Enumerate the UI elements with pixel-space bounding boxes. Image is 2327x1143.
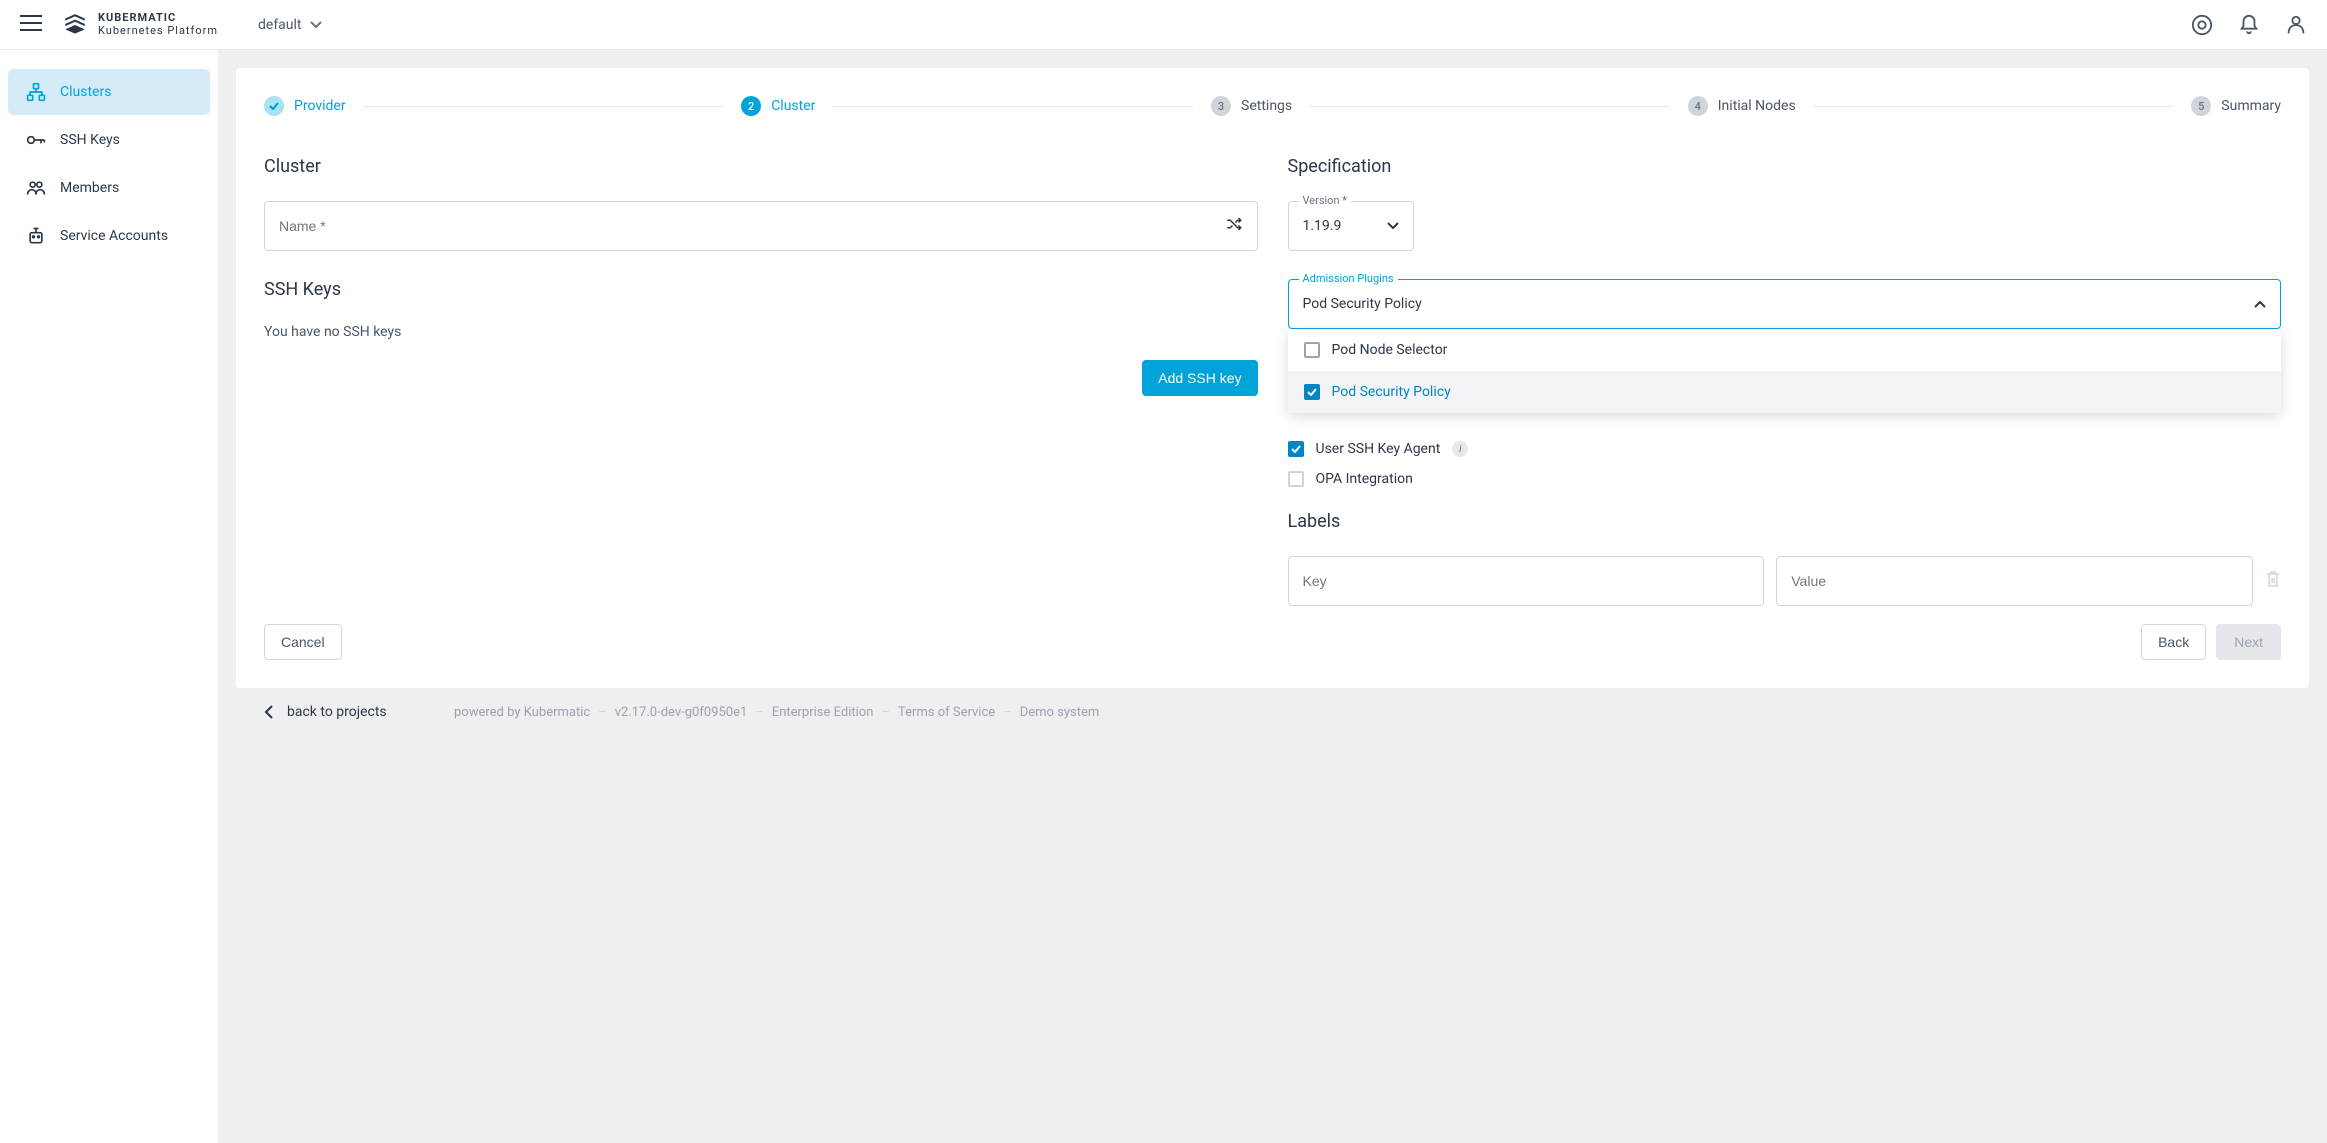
sidebar-item-clusters[interactable]: Clusters [8, 69, 210, 115]
label-key-field[interactable] [1288, 556, 1765, 606]
admission-value: Pod Security Policy [1303, 296, 2255, 312]
opa-label: OPA Integration [1316, 471, 1413, 487]
checkbox-checked-icon [1304, 384, 1320, 400]
checkbox-checked-icon [1288, 441, 1304, 457]
wizard-stepper: Provider 2 Cluster 3 Settings 4 Initial … [264, 96, 2281, 116]
section-sshkeys-title: SSH Keys [264, 279, 1258, 300]
sidebar-item-members[interactable]: Members [8, 165, 210, 211]
version-label: Version * [1299, 194, 1352, 207]
powered-by: powered by Kubermatic [454, 705, 590, 720]
chevron-up-icon[interactable] [2254, 296, 2266, 312]
back-to-projects-link[interactable]: back to projects [264, 704, 454, 720]
logo[interactable]: KUBERMATIC Kubernetes Platform [62, 12, 218, 38]
section-labels-title: Labels [1288, 511, 2282, 532]
chevron-down-icon [310, 21, 322, 29]
help-icon[interactable] [2191, 14, 2213, 36]
step-initial-nodes[interactable]: 4 Initial Nodes [1688, 96, 1796, 116]
section-spec-title: Specification [1288, 156, 2282, 177]
admission-label: Admission Plugins [1299, 272, 1398, 285]
step-provider[interactable]: Provider [264, 96, 346, 116]
bottom-bar: back to projects powered by Kubermatic –… [236, 688, 2309, 736]
edition-text: Enterprise Edition [772, 705, 874, 720]
admission-option-pod-security-policy[interactable]: Pod Security Policy [1288, 371, 2282, 413]
version-value: 1.19.9 [1303, 218, 1387, 234]
members-icon [26, 178, 46, 198]
demo-text: Demo system [1020, 705, 1100, 720]
trash-icon[interactable] [2265, 570, 2281, 592]
step-cluster[interactable]: 2 Cluster [741, 96, 815, 116]
admission-dropdown-panel: Pod Node Selector Pod Security Policy [1288, 329, 2282, 413]
ssh-agent-row[interactable]: User SSH Key Agent i [1288, 441, 2282, 457]
cluster-name-input[interactable] [279, 218, 1225, 234]
info-icon[interactable]: i [1452, 441, 1468, 457]
label-value-field[interactable] [1776, 556, 2253, 606]
cluster-name-field[interactable] [264, 201, 1258, 251]
logo-text: KUBERMATIC Kubernetes Platform [98, 12, 218, 37]
sidebar-item-service-accounts[interactable]: Service Accounts [8, 213, 210, 259]
clusters-icon [26, 82, 46, 102]
chevron-left-icon [264, 705, 273, 719]
bell-icon[interactable] [2238, 14, 2260, 36]
sidebar-item-label: Members [60, 180, 119, 196]
checkbox-unchecked-icon [1288, 471, 1304, 487]
robot-icon [26, 226, 46, 246]
version-field[interactable]: Version * 1.19.9 [1288, 201, 1414, 251]
kubermatic-logo-icon [62, 12, 88, 38]
tos-link[interactable]: Terms of Service [898, 705, 995, 720]
chevron-down-icon[interactable] [1387, 218, 1399, 234]
menu-icon[interactable] [20, 15, 42, 35]
section-cluster-title: Cluster [264, 156, 1258, 177]
step-summary[interactable]: 5 Summary [2191, 96, 2281, 116]
admission-plugins-field[interactable]: Admission Plugins Pod Security Policy [1288, 279, 2282, 329]
back-button[interactable]: Back [2141, 624, 2206, 660]
option-label: Pod Security Policy [1332, 384, 1451, 400]
next-button: Next [2216, 624, 2281, 660]
shuffle-icon[interactable] [1225, 215, 1243, 237]
add-ssh-key-button[interactable]: Add SSH key [1142, 360, 1257, 396]
top-header: KUBERMATIC Kubernetes Platform default [0, 0, 2327, 50]
cancel-button[interactable]: Cancel [264, 624, 342, 660]
opa-row[interactable]: OPA Integration [1288, 471, 2282, 487]
project-selector[interactable]: default [258, 17, 322, 33]
user-icon[interactable] [2285, 14, 2307, 36]
checkbox-unchecked-icon [1304, 342, 1320, 358]
option-label: Pod Node Selector [1332, 342, 1448, 358]
wizard-card: Provider 2 Cluster 3 Settings 4 Initial … [236, 68, 2309, 688]
ssh-empty-message: You have no SSH keys [264, 324, 1258, 340]
label-value-input[interactable] [1791, 573, 2238, 589]
sidebar-item-label: SSH Keys [60, 132, 120, 148]
check-icon [269, 102, 279, 110]
sidebar-item-sshkeys[interactable]: SSH Keys [8, 117, 210, 163]
project-name: default [258, 17, 302, 33]
step-settings[interactable]: 3 Settings [1211, 96, 1292, 116]
sidebar-item-label: Clusters [60, 84, 111, 100]
sidebar: Clusters SSH Keys Members Service Accoun… [0, 50, 218, 1143]
sidebar-item-label: Service Accounts [60, 228, 168, 244]
admission-option-pod-node-selector[interactable]: Pod Node Selector [1288, 329, 2282, 371]
key-icon [26, 130, 46, 150]
label-key-input[interactable] [1303, 573, 1750, 589]
ssh-agent-label: User SSH Key Agent [1316, 441, 1441, 457]
version-text: v2.17.0-dev-g0f0950e1 [615, 705, 748, 720]
